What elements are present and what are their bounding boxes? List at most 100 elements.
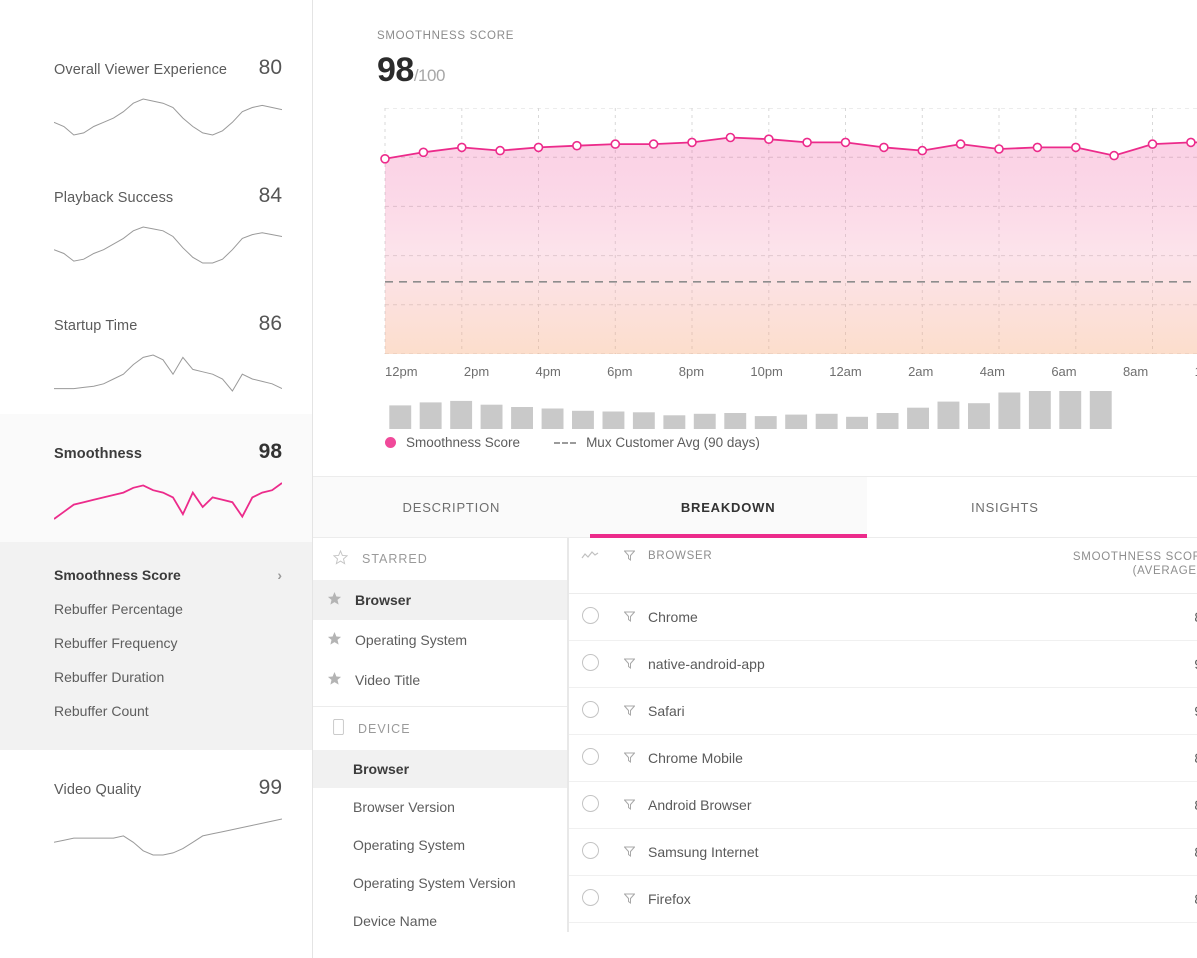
legend-label: Smoothness Score: [406, 435, 520, 450]
row-smoothness-score: 89: [1048, 593, 1197, 640]
x-axis-tick: 12pm: [385, 364, 418, 379]
table-row[interactable]: Android Browser8423,0295: [568, 781, 1197, 828]
filter-icon[interactable]: [624, 799, 635, 810]
metric-sparkline: [54, 814, 282, 860]
smoothness-score-value: 98/100: [377, 51, 514, 90]
metric-card-startup-time[interactable]: Startup Time86: [0, 286, 312, 414]
row-select-cell[interactable]: [568, 593, 612, 640]
metric-sparkline: [54, 94, 282, 140]
row-filter-cell[interactable]: [612, 734, 646, 781]
sparkline-icon: [581, 550, 599, 560]
row-radio-button[interactable]: [582, 842, 599, 859]
breakdown-item-device-name[interactable]: Device Name: [313, 902, 567, 932]
metric-card-smoothness[interactable]: Smoothness98: [0, 414, 312, 542]
x-axis-tick: 6pm: [607, 364, 632, 379]
row-radio-button[interactable]: [582, 607, 599, 624]
metric-value: 84: [259, 184, 282, 208]
submenu-item-label: Rebuffer Duration: [54, 669, 164, 685]
tab-description[interactable]: DESCRIPTION: [313, 477, 590, 537]
column-header-browser[interactable]: BROWSER: [646, 538, 1048, 593]
breakdown-item-operating-system[interactable]: Operating System: [313, 620, 567, 660]
table-body: Chrome89155,3061native-android-app974,03…: [568, 593, 1197, 932]
star-filled-icon[interactable]: [327, 631, 341, 649]
metric-sparkline: [54, 350, 282, 396]
breakdown-item-browser-version[interactable]: Browser Version: [313, 788, 567, 826]
row-name: Chrome: [646, 593, 1048, 640]
row-filter-cell[interactable]: [612, 687, 646, 734]
submenu-item-rebuffer-percentage[interactable]: Rebuffer Percentage: [0, 592, 312, 626]
metric-name: Video Quality: [54, 782, 141, 798]
filter-column-icon[interactable]: [612, 538, 646, 593]
row-filter-cell[interactable]: [612, 781, 646, 828]
row-radio-button[interactable]: [582, 889, 599, 906]
table-row[interactable]: Safari90171,4523: [568, 687, 1197, 734]
breakdown-item-browser[interactable]: Browser: [313, 580, 567, 620]
filter-icon[interactable]: [624, 893, 635, 904]
breakdown-item-label: Operating System: [355, 632, 467, 648]
app-root: Overall Viewer Experience80Playback Succ…: [0, 0, 1197, 958]
submenu-item-rebuffer-duration[interactable]: Rebuffer Duration: [0, 660, 312, 694]
row-name: Samsung Internet: [646, 828, 1048, 875]
submenu-item-smoothness-score[interactable]: Smoothness Score›: [0, 558, 312, 592]
tab-video-views[interactable]: VIDEO VIEWS: [1143, 477, 1197, 537]
filter-icon[interactable]: [624, 846, 635, 857]
table-row[interactable]: Chrome Mobile8665,4934: [568, 734, 1197, 781]
table-row[interactable]: native-android-app974,039,5762: [568, 640, 1197, 687]
legend-label: Mux Customer Avg (90 days): [586, 435, 760, 450]
row-filter-cell[interactable]: [612, 875, 646, 922]
breakdown-item-operating-system-version[interactable]: Operating System Version: [313, 864, 567, 902]
table-row[interactable]: Firefox8011,3597: [568, 875, 1197, 922]
table-row[interactable]: Chrome89155,3061: [568, 593, 1197, 640]
row-radio-button[interactable]: [582, 795, 599, 812]
submenu-item-label: Rebuffer Count: [54, 703, 149, 719]
row-smoothness-score: 90: [1048, 687, 1197, 734]
tab-insights[interactable]: INSIGHTS: [867, 477, 1144, 537]
row-filter-cell[interactable]: [612, 640, 646, 687]
column-header-smoothness-score[interactable]: SMOOTHNESS SCORE (AVERAGE)↕: [1048, 538, 1197, 593]
metric-card-playback-success[interactable]: Playback Success84: [0, 158, 312, 286]
smoothness-line-chart[interactable]: [377, 108, 1197, 354]
breakdown-item-label: Device Name: [353, 913, 437, 929]
table-row[interactable]: Samsung Internet8419,5786: [568, 828, 1197, 875]
chart-svg: [377, 108, 1197, 354]
row-filter-cell[interactable]: [612, 828, 646, 875]
row-radio-button[interactable]: [582, 748, 599, 765]
table-row[interactable]: com.video.app9421,5868: [568, 922, 1197, 932]
star-filled-icon[interactable]: [327, 591, 341, 609]
breakdown-item-browser[interactable]: Browser: [313, 750, 567, 788]
chart-x-axis: 12pm2pm4pm6pm8pm10pm12am2am4am6am8am10am…: [377, 354, 1197, 379]
breakdown-item-operating-system[interactable]: Operating System: [313, 826, 567, 864]
row-select-cell[interactable]: [568, 922, 612, 932]
row-select-cell[interactable]: [568, 640, 612, 687]
header-line-1: SMOOTHNESS SCORE: [1048, 550, 1197, 564]
submenu-item-rebuffer-count[interactable]: Rebuffer Count: [0, 694, 312, 728]
row-name: Safari: [646, 687, 1048, 734]
row-filter-cell[interactable]: [612, 593, 646, 640]
row-select-cell[interactable]: [568, 828, 612, 875]
submenu-item-rebuffer-frequency[interactable]: Rebuffer Frequency: [0, 626, 312, 660]
row-select-cell[interactable]: [568, 687, 612, 734]
row-radio-button[interactable]: [582, 701, 599, 718]
sparkline-svg: [54, 478, 282, 524]
filter-icon[interactable]: [624, 611, 635, 622]
row-filter-cell[interactable]: [612, 922, 646, 932]
metric-card-video-quality[interactable]: Video Quality99: [0, 750, 312, 878]
row-select-cell[interactable]: [568, 734, 612, 781]
submenu-item-label: Rebuffer Frequency: [54, 635, 177, 651]
filter-icon[interactable]: [624, 658, 635, 669]
metric-card-overall-viewer-experience[interactable]: Overall Viewer Experience80: [0, 30, 312, 158]
x-axis-tick: 2am: [908, 364, 933, 379]
sparkline-column-icon[interactable]: [568, 538, 612, 593]
metric-card-list: Overall Viewer Experience80Playback Succ…: [0, 30, 312, 878]
star-filled-icon[interactable]: [327, 671, 341, 689]
row-radio-button[interactable]: [582, 654, 599, 671]
breakdown-item-video-title[interactable]: Video Title: [313, 660, 567, 700]
breakdown-item-label: Operating System Version: [353, 875, 516, 891]
row-smoothness-score: 86: [1048, 734, 1197, 781]
filter-icon[interactable]: [624, 752, 635, 763]
legend-item-customer-avg: Mux Customer Avg (90 days): [554, 435, 760, 450]
row-select-cell[interactable]: [568, 781, 612, 828]
tab-breakdown[interactable]: BREAKDOWN: [590, 477, 867, 537]
row-select-cell[interactable]: [568, 875, 612, 922]
filter-icon[interactable]: [624, 705, 635, 716]
